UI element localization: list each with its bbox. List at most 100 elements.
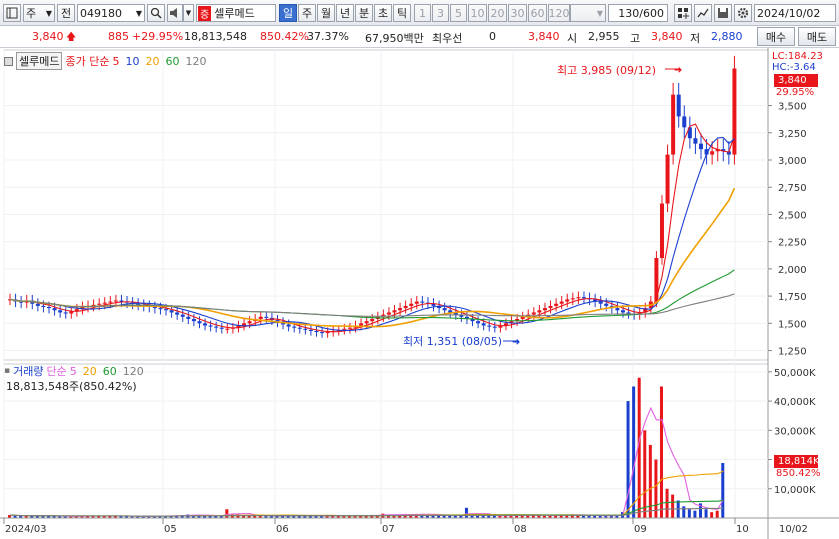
- stock-code-input[interactable]: 049180 ▼: [77, 4, 145, 22]
- interval-tab-20[interactable]: 20: [488, 4, 507, 22]
- price-tick-label: 1,500: [778, 319, 807, 330]
- price-tick-label: 2,500: [778, 210, 807, 221]
- candle-body: [225, 328, 230, 330]
- candle-body: [620, 310, 625, 313]
- volume-tick-label: 30,000K: [774, 426, 816, 437]
- low-note: 최저 1,351 (08/05): [403, 335, 503, 348]
- search-button[interactable]: [147, 4, 165, 22]
- candle-body: [169, 310, 174, 313]
- interval-tab-120[interactable]: 120: [548, 4, 570, 22]
- stock-type-badge: 증: [198, 5, 212, 21]
- candle-body: [197, 321, 202, 324]
- interval-tab-3[interactable]: 3: [432, 4, 449, 22]
- candle-body: [342, 328, 347, 330]
- price-tick-label: 1,750: [778, 292, 807, 303]
- save-disk-icon: [718, 8, 728, 18]
- low-price: 2,880: [711, 30, 743, 43]
- candle-body: [191, 318, 196, 322]
- price-tick-label: 3,500: [778, 102, 807, 113]
- buy-button[interactable]: 매수: [757, 27, 795, 46]
- candle-body: [492, 326, 497, 328]
- prev-button[interactable]: 전: [57, 4, 75, 22]
- settings-button[interactable]: [734, 4, 752, 22]
- chart-type-button[interactable]: [694, 4, 712, 22]
- candle-body: [214, 326, 219, 328]
- interval-tab-30[interactable]: 30: [508, 4, 527, 22]
- speaker-button[interactable]: [167, 4, 183, 22]
- grid-plus-icon: [678, 8, 689, 19]
- ma-legend-120: 120: [185, 54, 207, 68]
- candle-body: [531, 312, 536, 315]
- date-input[interactable]: 2024/10/02: [754, 4, 836, 22]
- candle-body: [63, 312, 68, 314]
- candle-body: [581, 297, 586, 299]
- candle-body: [264, 316, 269, 318]
- volume-bar: [648, 444, 652, 518]
- candle-body: [52, 308, 57, 311]
- candle-body: [41, 305, 46, 307]
- speaker-dropdown[interactable]: ▼: [183, 4, 194, 22]
- grid-plus-button[interactable]: [674, 4, 692, 22]
- candle-body: [175, 312, 180, 315]
- period-tab-2[interactable]: 월: [317, 4, 335, 22]
- legend-box-icon: [4, 56, 13, 66]
- candle-body: [113, 300, 118, 302]
- count-input[interactable]: 130/600: [608, 4, 668, 22]
- price-tick-label: 2,000: [778, 265, 807, 276]
- volume-bar: [682, 506, 686, 518]
- stock-name-field[interactable]: 증 셀루메드: [196, 4, 276, 22]
- candle-body: [219, 327, 224, 329]
- x-tick-label: 07: [382, 524, 395, 535]
- chart-menu-glyph: [6, 7, 18, 19]
- change-percent: +29.95%: [132, 30, 184, 43]
- interval-tab-60[interactable]: 60: [528, 4, 547, 22]
- period-tab-0[interactable]: 일: [279, 4, 297, 22]
- volume-value: 18,813,548: [184, 30, 247, 43]
- x-tick-label: 10: [736, 524, 749, 535]
- candle-body: [203, 323, 208, 326]
- candle-body: [398, 308, 403, 311]
- volume-tick-label: 40,000K: [774, 397, 816, 408]
- ma-legend-prefix: 종가 단순: [65, 55, 110, 68]
- period-tab-6[interactable]: 틱: [393, 4, 411, 22]
- candle-body: [392, 310, 397, 313]
- candle-body: [732, 68, 737, 155]
- candle-body: [548, 305, 553, 309]
- save-button[interactable]: [714, 4, 732, 22]
- chart-menu-icon[interactable]: [3, 4, 21, 22]
- chart-canvas[interactable]: ➜ ➜ 3,500 3,250 3,000 2,750 2,500 2,250 2,000 1,…: [0, 48, 839, 539]
- settings-gear-icon: [737, 7, 749, 19]
- open-label: 시: [567, 32, 578, 45]
- best-quote-value: 0: [489, 30, 496, 43]
- interval-tab-1[interactable]: 1: [414, 4, 431, 22]
- interval-dropdown[interactable]: ▼: [570, 4, 606, 22]
- candle-body: [208, 325, 213, 327]
- candle-body: [626, 312, 631, 314]
- volume-tag: 18,814K: [774, 455, 820, 468]
- interval-tab-10[interactable]: 10: [468, 4, 487, 22]
- candle-body: [409, 303, 414, 306]
- candle-body: [347, 327, 352, 329]
- volume-bar: [659, 386, 663, 518]
- candle-body: [247, 321, 252, 324]
- period-tab-4[interactable]: 분: [355, 4, 373, 22]
- volume-ma-legend-5: 5: [69, 364, 77, 378]
- sell-button[interactable]: 매도: [798, 27, 836, 46]
- price-legend: 셀루메드 종가 단순 5 10 20 60 120: [4, 52, 206, 70]
- high-label: 고: [630, 32, 641, 45]
- hc-label: HC:-3.64: [772, 62, 816, 73]
- candle-body: [359, 323, 364, 326]
- ma-legend-10: 10: [125, 54, 140, 68]
- period-tab-3[interactable]: 년: [336, 4, 354, 22]
- chart-type-icon: [697, 8, 709, 18]
- speaker-icon: [170, 8, 177, 18]
- candle-body: [158, 308, 163, 310]
- market-select[interactable]: 주 ▼: [23, 4, 55, 22]
- period-tab-1[interactable]: 주: [298, 4, 316, 22]
- period-tab-5[interactable]: 초: [374, 4, 392, 22]
- volume-ratio: 850.42%: [260, 30, 309, 43]
- interval-tab-5[interactable]: 5: [450, 4, 467, 22]
- candle-body: [414, 301, 419, 304]
- stock-chart[interactable]: ➜ ➜ 3,500 3,250 3,000 2,750 2,500 2,250 2,000 1,…: [0, 48, 839, 539]
- open-price: 2,955: [588, 30, 620, 43]
